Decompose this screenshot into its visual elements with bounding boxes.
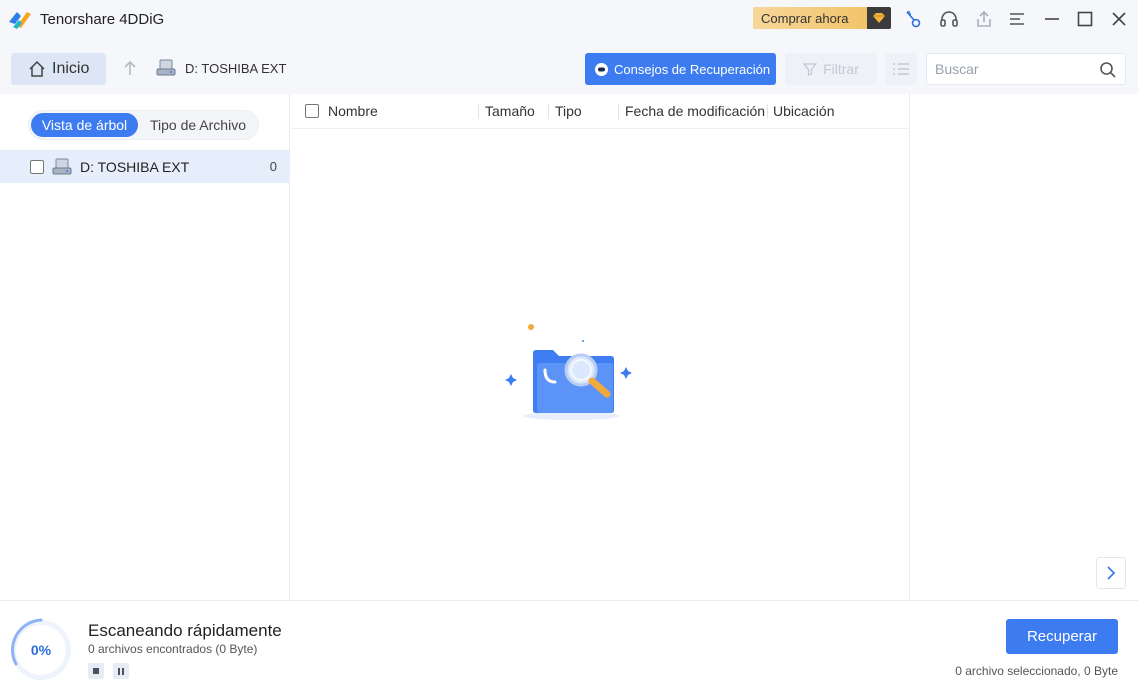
filter-icon	[803, 62, 818, 76]
status-footer: 0% Escaneando rápidamente 0 archivos enc…	[0, 600, 1138, 695]
left-panel: Vista de árbol Tipo de Archivo D: TOSHIB…	[0, 94, 290, 600]
progress-percentage: 0%	[30, 642, 52, 658]
scan-status-title: Escaneando rápidamente	[88, 621, 282, 640]
list-view-button[interactable]	[885, 53, 917, 85]
maximize-icon[interactable]	[1074, 8, 1096, 30]
column-divider[interactable]	[478, 104, 479, 119]
pause-icon	[118, 667, 124, 675]
tree-item-count: 0	[269, 159, 277, 174]
share-icon[interactable]	[973, 8, 995, 30]
scan-status-subtitle: 0 archivos encontrados (0 Byte)	[88, 642, 258, 656]
stop-icon	[93, 668, 99, 674]
preview-panel	[911, 94, 1138, 600]
pause-button[interactable]	[113, 663, 129, 679]
chat-bubble-icon	[594, 62, 609, 77]
file-list-panel: Nombre Tamaño Tipo Fecha de modificación…	[291, 94, 910, 600]
headset-icon[interactable]	[938, 8, 960, 30]
home-button[interactable]: Inicio	[11, 53, 106, 85]
minimize-icon[interactable]	[1041, 8, 1063, 30]
key-icon[interactable]	[902, 8, 924, 30]
tab-file-type[interactable]: Tipo de Archivo	[140, 113, 256, 137]
breadcrumb-drive[interactable]: D: TOSHIBA EXT	[185, 61, 286, 76]
diamond-icon	[867, 7, 891, 29]
drive-icon	[52, 158, 72, 176]
column-divider[interactable]	[767, 104, 768, 119]
app-logo-icon	[7, 8, 33, 30]
close-icon[interactable]	[1108, 8, 1130, 30]
breadcrumb: D: TOSHIBA EXT	[156, 58, 286, 78]
column-size[interactable]: Tamaño	[485, 103, 535, 119]
tab-tree-view[interactable]: Vista de árbol	[31, 113, 138, 137]
buy-now-button[interactable]: Comprar ahora	[753, 7, 891, 29]
filter-button[interactable]: Filtrar	[785, 53, 877, 85]
expand-panel-button[interactable]	[1096, 557, 1126, 589]
app-title: Tenorshare 4DDiG	[40, 11, 165, 28]
search-box	[926, 53, 1126, 85]
home-icon	[28, 60, 46, 78]
buy-now-label: Comprar ahora	[761, 10, 849, 26]
selection-info: 0 archivo seleccionado, 0 Byte	[955, 664, 1118, 678]
column-location[interactable]: Ubicación	[773, 103, 834, 119]
stop-button[interactable]	[88, 663, 104, 679]
column-modified-date[interactable]: Fecha de modificación	[625, 103, 765, 119]
title-bar: Tenorshare 4DDiG Comprar ahora	[0, 0, 1138, 38]
recovery-tips-button[interactable]: Consejos de Recuperación	[585, 53, 776, 85]
table-header: Nombre Tamaño Tipo Fecha de modificación…	[291, 94, 910, 129]
column-name[interactable]: Nombre	[328, 103, 378, 119]
select-all-checkbox[interactable]	[305, 104, 319, 118]
tree-item-checkbox[interactable]	[30, 159, 44, 174]
tree-item-label: D: TOSHIBA EXT	[80, 158, 190, 175]
toolbar: Inicio D: TOSHIBA EXT Consejos de Recupe…	[0, 38, 1138, 94]
column-divider[interactable]	[618, 104, 619, 119]
scanning-folder-illustration	[501, 322, 636, 422]
recovery-tips-label: Consejos de Recuperación	[614, 61, 771, 77]
chevron-right-icon	[1106, 565, 1116, 581]
tree-item-drive[interactable]: D: TOSHIBA EXT 0	[0, 150, 290, 183]
column-type[interactable]: Tipo	[555, 103, 582, 119]
search-icon[interactable]	[1099, 61, 1117, 79]
recover-button[interactable]: Recuperar	[1006, 619, 1118, 654]
drive-icon	[156, 59, 176, 77]
view-toggle: Vista de árbol Tipo de Archivo	[28, 110, 259, 140]
column-divider[interactable]	[548, 104, 549, 119]
home-label: Inicio	[52, 60, 90, 77]
up-arrow-icon[interactable]	[120, 58, 140, 78]
search-input[interactable]	[935, 61, 1095, 77]
list-view-icon	[892, 62, 910, 76]
menu-icon[interactable]	[1006, 8, 1028, 30]
filter-label: Filtrar	[823, 61, 859, 77]
